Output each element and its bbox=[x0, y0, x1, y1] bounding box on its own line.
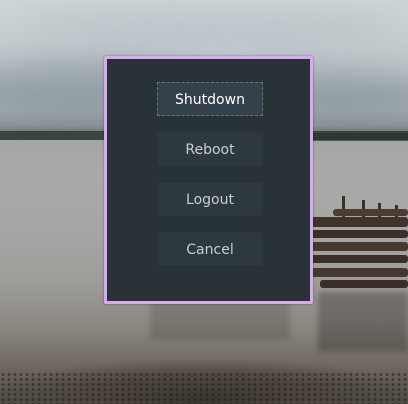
shutdown-button[interactable]: Shutdown bbox=[157, 82, 263, 116]
desktop-background: Shutdown Reboot Logout Cancel bbox=[0, 0, 408, 404]
pier-reflection bbox=[318, 292, 408, 352]
pier-plank bbox=[310, 268, 408, 277]
cloud bbox=[20, 5, 400, 45]
pier-plank bbox=[333, 209, 408, 216]
pier-plank bbox=[310, 242, 408, 251]
pier-plank bbox=[310, 255, 408, 263]
pier-plank bbox=[310, 230, 408, 238]
reboot-button[interactable]: Reboot bbox=[157, 132, 263, 166]
pier-plank bbox=[320, 280, 408, 288]
logout-button[interactable]: Logout bbox=[157, 182, 263, 216]
pebble-texture bbox=[0, 372, 408, 404]
pier-reflection bbox=[150, 300, 290, 340]
cancel-button[interactable]: Cancel bbox=[157, 232, 263, 266]
pier-plank bbox=[310, 217, 408, 227]
logout-dialog: Shutdown Reboot Logout Cancel bbox=[104, 56, 313, 304]
